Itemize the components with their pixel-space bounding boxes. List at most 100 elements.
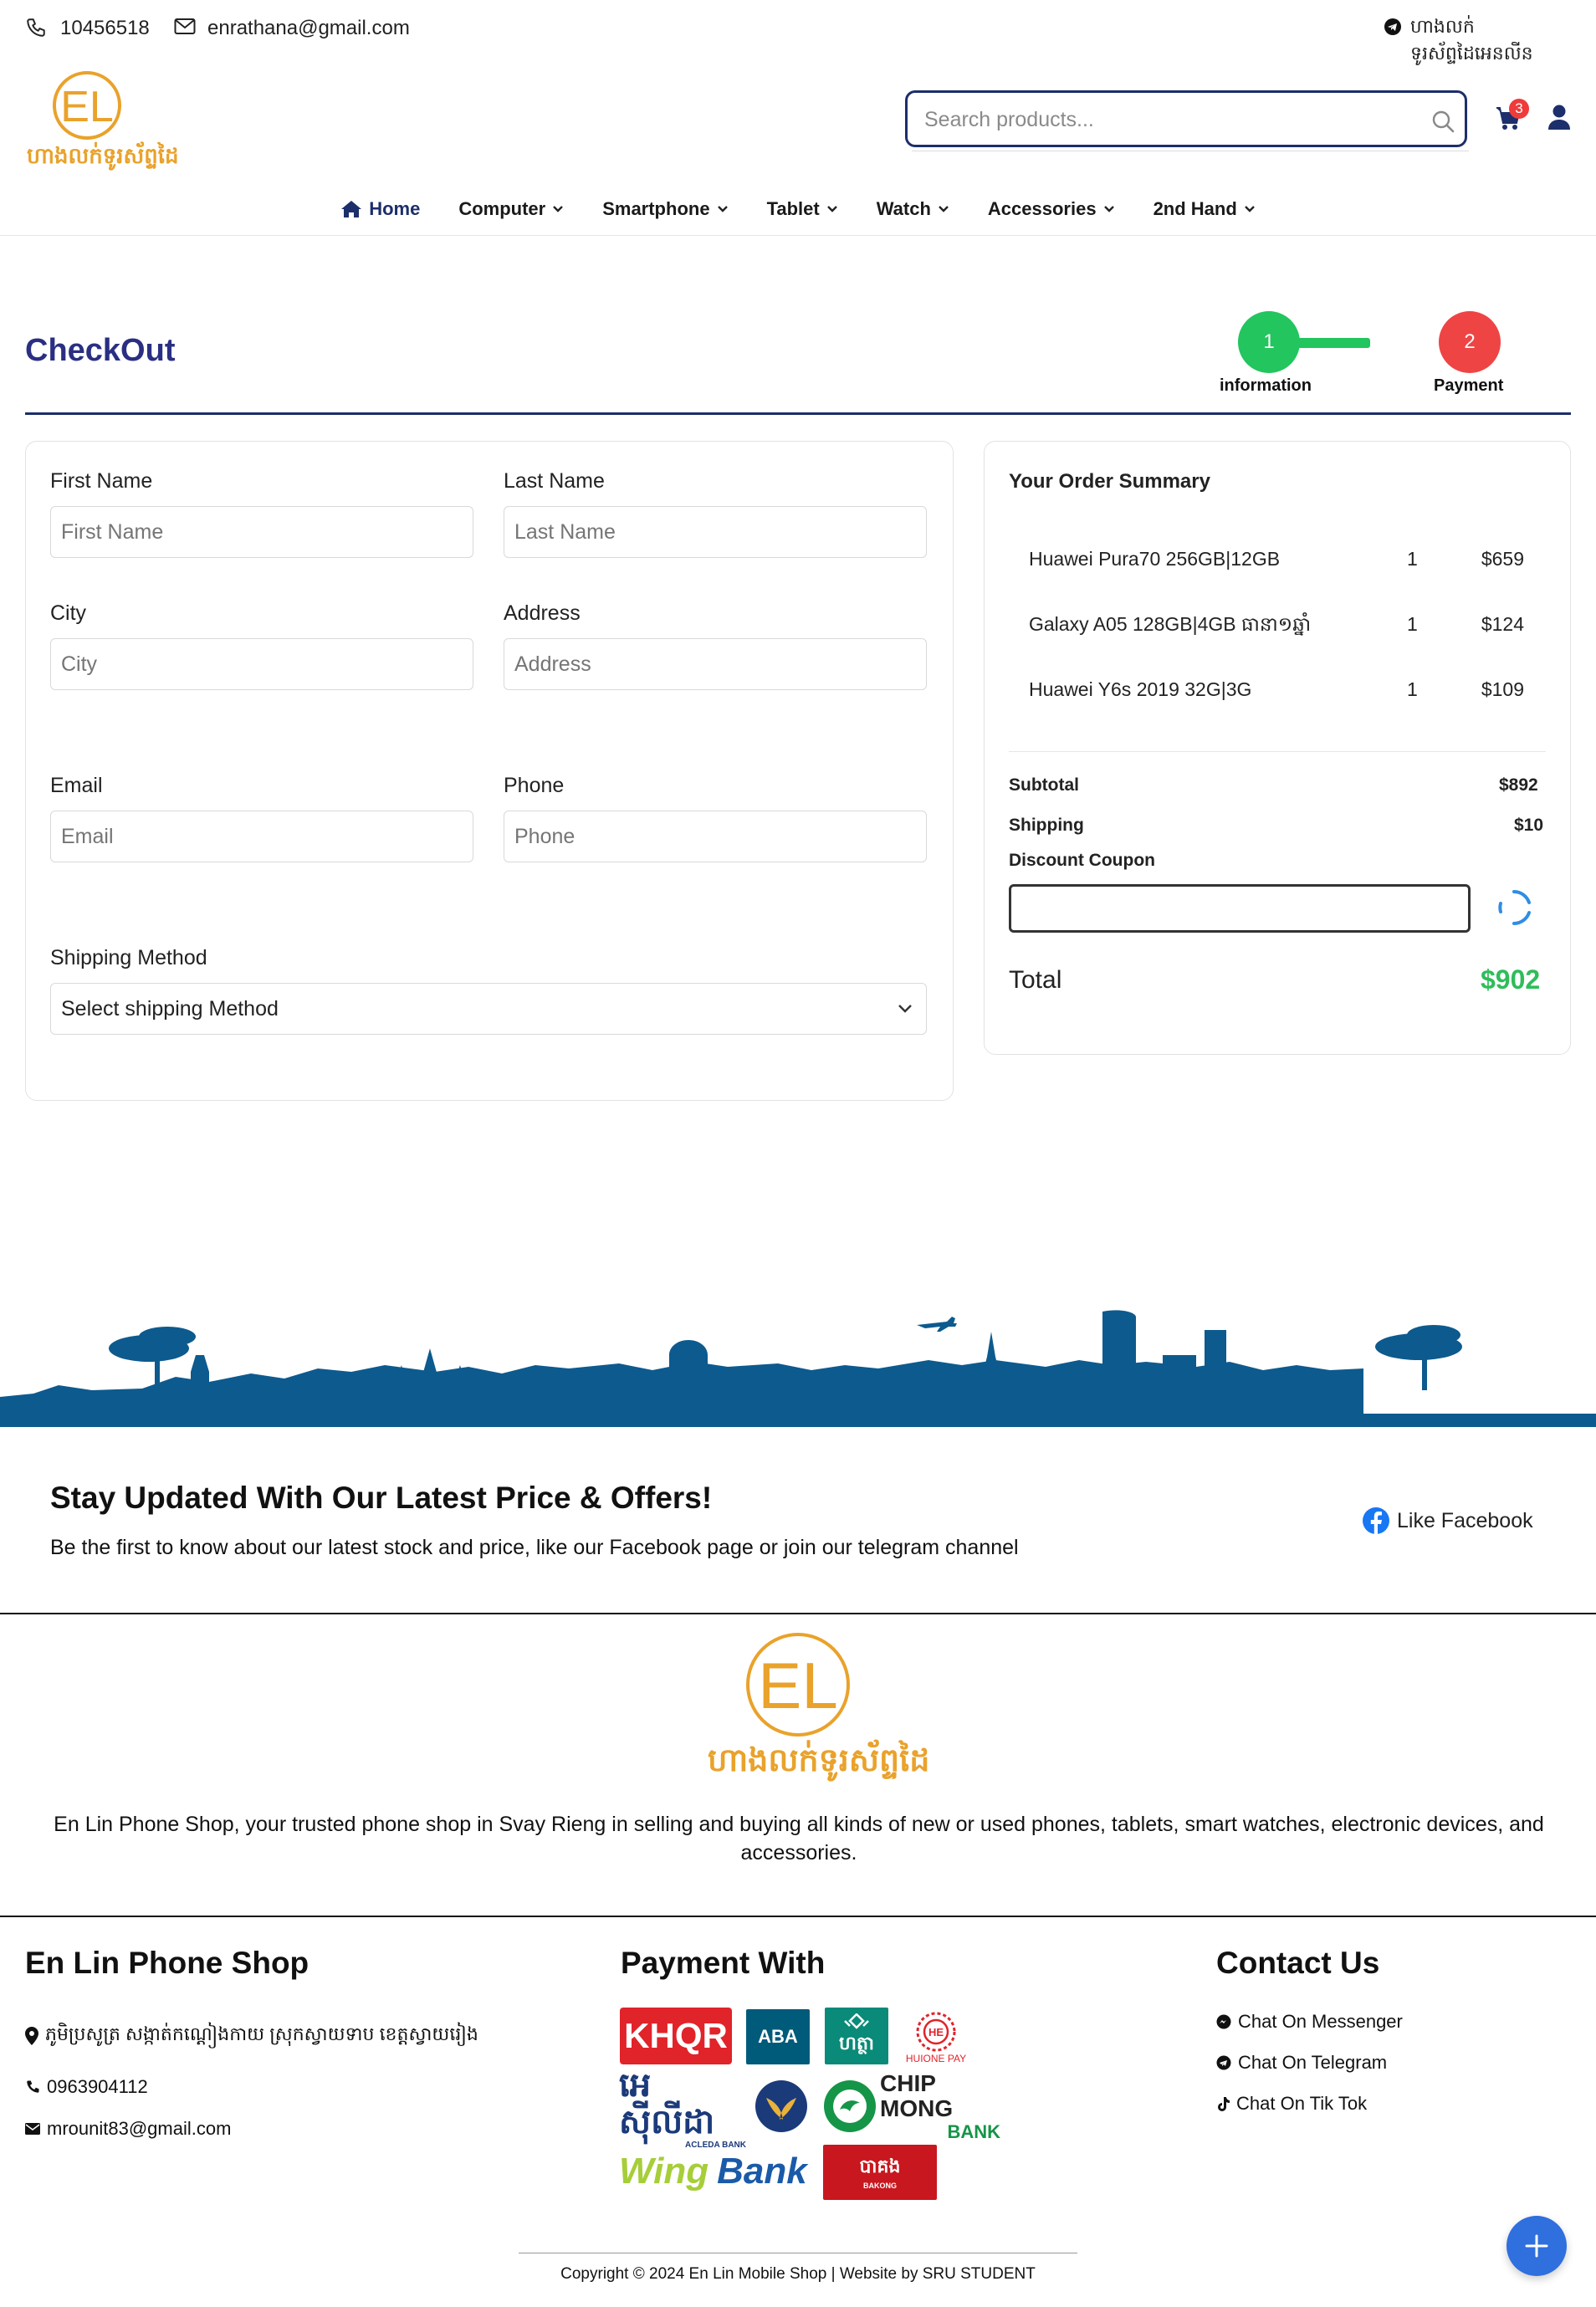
header-logo[interactable]: EL ហាងលក់ទូរស័ព្ទដៃ (25, 65, 179, 171)
nav-computer[interactable]: Computer (458, 192, 564, 226)
step-connector (1297, 338, 1370, 348)
floating-add-button[interactable] (1506, 2216, 1567, 2276)
email-input[interactable] (50, 811, 473, 862)
order-item-qty: 1 (1407, 613, 1418, 635)
search-input[interactable] (924, 105, 1393, 135)
total-label: Total (1009, 966, 1062, 994)
chat-messenger-link[interactable]: Chat On Messenger (1216, 2011, 1403, 2033)
last-name-label: Last Name (504, 469, 605, 493)
city-input[interactable] (50, 638, 473, 690)
section-divider (0, 1613, 1596, 1614)
subtotal-value: $892 (1499, 775, 1538, 795)
topbar-email[interactable]: enrathana@gmail.com (207, 17, 410, 40)
newsletter-subtitle: Be the first to know about our latest st… (50, 1536, 1019, 1559)
topbar-telegram-link[interactable]: ហាងលក់ទូរស័ព្ទដៃអេនលីន (1410, 15, 1596, 69)
nav-computer-label: Computer (458, 198, 546, 219)
telegram-icon (1216, 2055, 1231, 2070)
checkout-divider (25, 412, 1571, 415)
subtotal-label: Subtotal (1009, 775, 1079, 795)
order-item-qty: 1 (1407, 548, 1418, 570)
chevron-down-icon (826, 205, 838, 213)
footer-phone[interactable]: 0963904112 (25, 2076, 148, 2098)
total-value: $902 (1481, 964, 1541, 995)
order-item-price: $109 (1481, 678, 1524, 700)
nav-2nd-hand[interactable]: 2nd Hand (1154, 192, 1256, 226)
discount-coupon-label: Discount Coupon (1009, 851, 1155, 870)
nav-accessories-label: Accessories (987, 198, 1097, 219)
first-name-input[interactable] (50, 506, 473, 558)
nav-tablet[interactable]: Tablet (767, 192, 838, 226)
nav-smartphone[interactable]: Smartphone (602, 192, 728, 226)
order-summary-card (984, 441, 1571, 1055)
search-icon[interactable] (1431, 110, 1455, 133)
map-pin-icon (25, 2027, 38, 2045)
city-label: City (50, 601, 87, 625)
order-item: Huawei Y6s 2019 32G|3G 1 $109 (1029, 678, 1531, 703)
user-icon[interactable] (1547, 104, 1571, 130)
shipping-value: $10 (1514, 816, 1544, 835)
wing-bank-logo: Wing Bank (619, 2151, 807, 2192)
messenger-icon (1216, 2014, 1231, 2029)
home-icon (340, 200, 362, 218)
order-item-price: $659 (1481, 548, 1524, 570)
topbar: 10456518 enrathana@gmail.com ហាងលក់ទូរស័… (0, 0, 1596, 64)
chat-telegram-link[interactable]: Chat On Telegram (1216, 2052, 1387, 2074)
order-item: Galaxy A05 128GB|4GB ធានា១ឆ្នាំ 1 $124 (1029, 613, 1531, 638)
nav-accessories[interactable]: Accessories (988, 192, 1115, 226)
section-divider (0, 1916, 1596, 1917)
footer-address-text: ភូមិប្រសូត្រ សង្កាត់កណ្ដៀងកាយ ស្រុកស្វាយ… (45, 2023, 478, 2044)
svg-text:HE: HE (928, 2026, 944, 2038)
copyright-text: Copyright © 2024 En Lin Mobile Shop | We… (560, 2265, 1036, 2283)
step-2-circle[interactable]: 2 (1439, 311, 1501, 373)
nav-watch-label: Watch (876, 198, 931, 219)
nav-watch[interactable]: Watch (877, 192, 949, 226)
last-name-input[interactable] (504, 506, 927, 558)
skyline-illustration (0, 1297, 1596, 1427)
loading-spinner-icon (1496, 888, 1532, 927)
cart-button[interactable]: 3 (1494, 99, 1529, 134)
phone-icon (25, 17, 47, 38)
shipping-method-value: Select shipping Method (61, 996, 279, 1021)
nav-home[interactable]: Home (340, 192, 420, 226)
footer-payment-title: Payment With (621, 1946, 826, 1980)
chevron-down-icon (938, 205, 949, 213)
phone-input[interactable] (504, 811, 927, 862)
huione-pay-logo: HE HUIONE PAY (903, 2004, 969, 2071)
first-name-label: First Name (50, 469, 153, 493)
cart-count-badge: 3 (1509, 99, 1529, 119)
khqr-logo: KHQR (620, 2008, 732, 2064)
footer-logo-khmer: ហាងលក់ទូរស័ព្ទដៃ (708, 1743, 930, 1778)
logo-khmer-text: ហាងលក់ទូរស័ព្ទដៃ (27, 143, 179, 168)
discount-coupon-input[interactable] (1009, 884, 1471, 933)
plus-icon (1524, 2233, 1549, 2258)
envelope-icon (174, 18, 196, 36)
newsletter-title: Stay Updated With Our Latest Price & Off… (50, 1481, 713, 1515)
chat-tiktok-link[interactable]: Chat On Tik Tok (1216, 2093, 1367, 2115)
shipping-method-label: Shipping Method (50, 946, 207, 969)
shipping-label: Shipping (1009, 816, 1084, 835)
hattha-bank-logo: ហត្ថា (825, 2008, 888, 2064)
svg-text:EL: EL (60, 83, 114, 131)
chip-mong-emblem-icon (823, 2079, 877, 2133)
main-nav: Home Computer Smartphone Tablet Watch Ac… (0, 192, 1596, 226)
telegram-icon (1384, 18, 1402, 36)
order-item-name: Galaxy A05 128GB|4GB ធានា១ឆ្នាំ (1029, 613, 1312, 635)
tiktok-icon (1216, 2096, 1230, 2111)
acleda-emblem-icon (755, 2079, 808, 2133)
chevron-down-icon (552, 205, 564, 213)
topbar-phone[interactable]: 10456518 (60, 17, 150, 40)
address-input[interactable] (504, 638, 927, 690)
step-1-circle[interactable]: 1 (1238, 311, 1300, 373)
chevron-down-icon (717, 205, 729, 213)
search-box[interactable] (905, 90, 1467, 147)
nav-tablet-label: Tablet (766, 198, 820, 219)
shipping-method-select[interactable]: Select shipping Method (50, 983, 927, 1035)
order-item-qty: 1 (1407, 678, 1418, 700)
email-label: Email (50, 774, 103, 797)
footer-phone-text: 0963904112 (47, 2076, 148, 2097)
aba-logo: ABA (746, 2009, 810, 2064)
order-item-price: $124 (1481, 613, 1524, 635)
step-1-label: information (1220, 376, 1312, 395)
like-facebook-button[interactable]: Like Facebook (1362, 1506, 1533, 1535)
footer-email[interactable]: mrounit83@gmail.com (25, 2118, 231, 2140)
